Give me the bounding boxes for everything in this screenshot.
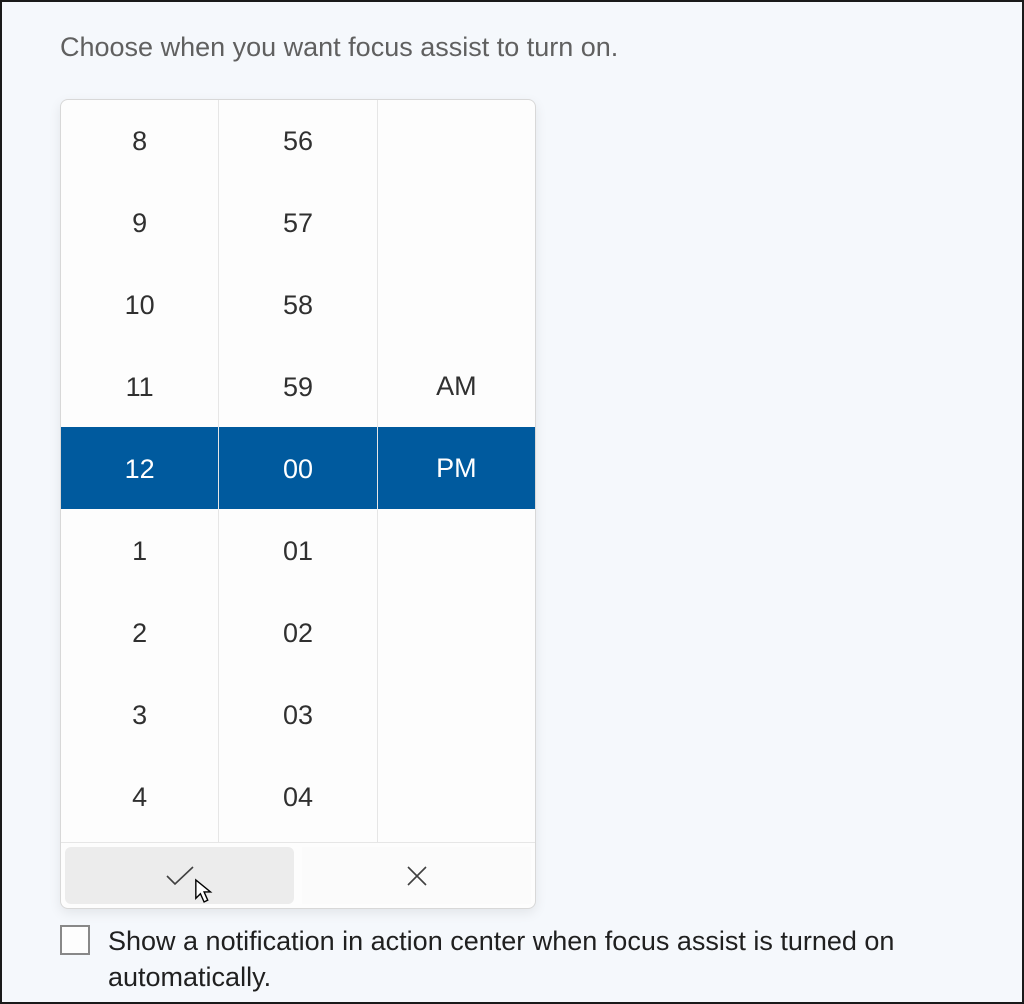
settings-panel: Choose when you want focus assist to tur…: [0, 0, 1024, 1004]
minute-option[interactable]: 03: [219, 674, 376, 756]
cursor-icon: [194, 878, 216, 904]
ampm-option[interactable]: AM: [378, 345, 535, 427]
hour-option[interactable]: 9: [61, 182, 218, 264]
hour-option[interactable]: 8: [61, 100, 218, 182]
minute-option[interactable]: 02: [219, 592, 376, 674]
hour-column[interactable]: 8 9 10 11 12 1 2 3 4: [61, 100, 219, 842]
hour-option[interactable]: 3: [61, 674, 218, 756]
confirm-button[interactable]: [65, 847, 294, 904]
ampm-option-selected[interactable]: PM: [378, 427, 535, 509]
time-picker-buttons: [61, 842, 535, 908]
hour-option[interactable]: 4: [61, 756, 218, 838]
minute-option[interactable]: 59: [219, 346, 376, 428]
time-picker-flyout: 8 9 10 11 12 1 2 3 4 56 57 58 59 00: [60, 99, 536, 909]
notification-checkbox-label: Show a notification in action center whe…: [108, 923, 938, 996]
minute-option-selected[interactable]: 00: [219, 428, 376, 510]
minute-option[interactable]: 04: [219, 756, 376, 838]
minute-option[interactable]: 01: [219, 510, 376, 592]
minute-option[interactable]: 58: [219, 264, 376, 346]
minute-column[interactable]: 56 57 58 59 00 01 02 03 04: [219, 100, 377, 842]
instruction-text: Choose when you want focus assist to tur…: [60, 32, 964, 63]
minute-option[interactable]: 56: [219, 100, 376, 182]
hour-option[interactable]: 1: [61, 510, 218, 592]
cancel-button[interactable]: [302, 847, 531, 904]
time-picker-columns: 8 9 10 11 12 1 2 3 4 56 57 58 59 00: [61, 100, 535, 842]
close-icon: [405, 864, 429, 888]
ampm-column[interactable]: AM PM: [378, 100, 535, 842]
check-icon: [164, 864, 196, 888]
notification-checkbox-row: Show a notification in action center whe…: [60, 923, 964, 996]
hour-option-selected[interactable]: 12: [61, 428, 218, 510]
hour-option[interactable]: 2: [61, 592, 218, 674]
hour-option[interactable]: 11: [61, 346, 218, 428]
notification-checkbox[interactable]: [60, 925, 90, 955]
minute-option[interactable]: 57: [219, 182, 376, 264]
hour-option[interactable]: 10: [61, 264, 218, 346]
